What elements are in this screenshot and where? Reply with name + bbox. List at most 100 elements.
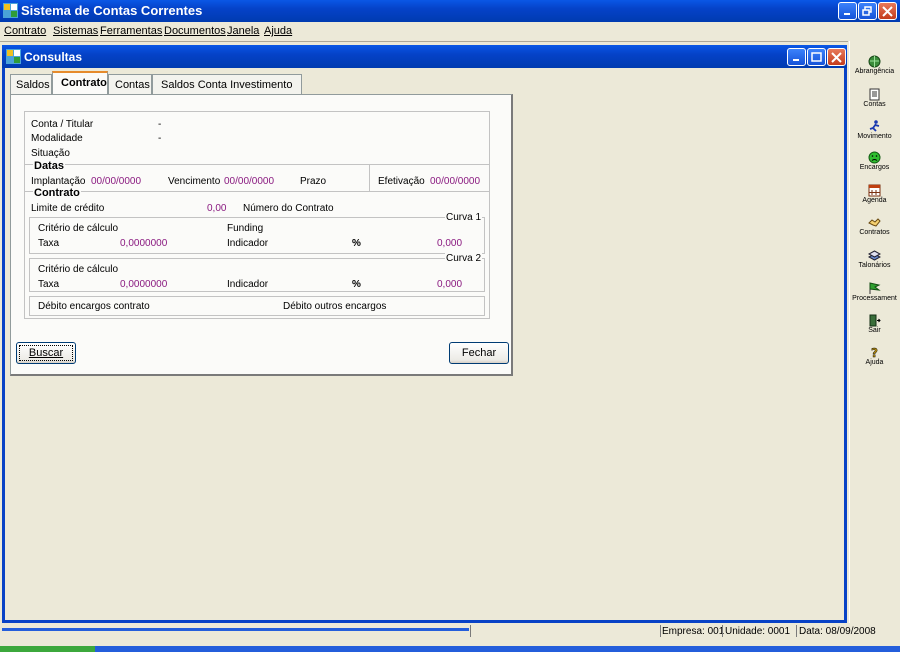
curva2-percent: %	[352, 279, 361, 290]
debito-outros-label: Débito outros encargos	[283, 301, 387, 312]
restore-button[interactable]	[858, 2, 877, 20]
menu-ajuda[interactable]: Ajuda	[264, 25, 292, 37]
status-empresa: Empresa: 001	[662, 626, 725, 637]
contrato-divider	[25, 191, 489, 192]
curva1-percent: %	[352, 238, 361, 249]
curva2-taxa-value: 0,0000000	[120, 279, 168, 290]
toolbar-processamento-label: Processament	[852, 295, 897, 302]
toolbar-contratos[interactable]: Contratos	[849, 216, 900, 236]
toolbar-ajuda-label: Ajuda	[865, 359, 884, 366]
minimize-icon	[793, 59, 799, 61]
fechar-label: Fechar	[461, 347, 497, 359]
datas-header: Datas	[33, 160, 65, 172]
toolbar-agenda[interactable]: Agenda	[849, 184, 900, 204]
tab-saldos-investimento-label: Saldos Conta Investimento	[161, 79, 293, 91]
efetivacao-value: 00/00/0000	[430, 176, 481, 187]
maximize-icon	[811, 52, 822, 62]
document-icon	[869, 88, 880, 101]
tab-contas-label: Contas	[115, 79, 150, 91]
stack-icon	[868, 250, 881, 261]
svg-text:?: ?	[871, 346, 878, 359]
modalidade-value: -	[158, 133, 162, 144]
menu-sistemas[interactable]: Sistemas	[53, 25, 98, 37]
toolbar-encargos[interactable]: Encargos	[849, 151, 900, 171]
conta-titular-value: -	[158, 119, 162, 130]
curva1-taxa-label: Taxa	[38, 238, 60, 249]
start-strip	[0, 646, 95, 652]
status-data: Data: 08/09/2008	[799, 626, 876, 637]
curva2-title: Curva 2	[445, 253, 483, 264]
child-maximize-button[interactable]	[807, 48, 826, 66]
curva2-indicador-label: Indicador	[227, 279, 269, 290]
vencimento-label: Vencimento	[168, 176, 221, 187]
close-button[interactable]	[878, 2, 897, 20]
datas-divider	[25, 164, 489, 165]
toolbar-ajuda[interactable]: ? Ajuda	[849, 346, 900, 366]
toolbar-processamento[interactable]: Processament	[849, 282, 900, 302]
toolbar-talonarios[interactable]: Talonários	[849, 249, 900, 269]
curva2-indicador-value: 0,000	[437, 279, 463, 290]
toolbar-contas[interactable]: Contas	[849, 88, 900, 108]
tab-contrato-label: Contrato	[61, 77, 107, 89]
status-separator-1	[660, 625, 661, 637]
menu-documentos[interactable]: Documentos	[164, 25, 226, 37]
toolbar-agenda-label: Agenda	[862, 197, 887, 204]
calendar-icon	[868, 184, 881, 197]
toolbar-encargos-label: Encargos	[859, 164, 890, 171]
toolbar-contratos-label: Contratos	[859, 229, 890, 236]
minimize-button[interactable]	[838, 2, 857, 20]
status-separator-3	[796, 625, 797, 637]
conta-titular-label: Conta / Titular	[31, 119, 94, 130]
restore-icon	[862, 6, 872, 16]
app-title: Sistema de Contas Correntes	[21, 3, 203, 18]
progress-track	[2, 628, 469, 631]
numero-contrato-label: Número do Contrato	[243, 203, 334, 214]
window-title: Consultas	[24, 50, 83, 64]
curva1-taxa-value: 0,0000000	[120, 238, 168, 249]
consultas-title-bar[interactable]: Consultas	[2, 45, 847, 68]
implantacao-label: Implantação	[31, 176, 86, 187]
child-minimize-button[interactable]	[787, 48, 806, 66]
toolbar-sair[interactable]: Sair	[849, 314, 900, 334]
limite-credito-value: 0,00	[207, 203, 227, 214]
toolbar-abrangencia[interactable]: Abrangência	[849, 55, 900, 75]
toolbar-talonarios-label: Talonários	[858, 262, 891, 269]
curva1-indicador-label: Indicador	[227, 238, 269, 249]
menu-ferramentas[interactable]: Ferramentas	[100, 25, 162, 37]
curva1-indicador-value: 0,000	[437, 238, 463, 249]
buscar-label: Buscar	[28, 347, 64, 359]
handshake-icon	[868, 218, 881, 227]
app-icon	[3, 3, 18, 18]
toolbar-movimento[interactable]: Movimento	[849, 120, 900, 140]
close-icon	[882, 6, 893, 17]
minimize-icon	[844, 13, 850, 15]
toolbar-abrangencia-label: Abrangência	[854, 68, 895, 75]
toolbar-contas-label: Contas	[863, 101, 886, 108]
child-close-button[interactable]	[827, 48, 846, 66]
implantacao-value: 00/00/0000	[91, 176, 142, 187]
debito-encargos-label: Débito encargos contrato	[38, 301, 150, 312]
close-icon	[831, 52, 842, 63]
menu-contrato[interactable]: Contrato	[4, 25, 46, 37]
app-title-bar[interactable]: Sistema de Contas Correntes	[0, 0, 900, 22]
efetivacao-label: Efetivação	[378, 176, 425, 187]
question-icon: ?	[871, 346, 878, 359]
modalidade-label: Modalidade	[31, 133, 83, 144]
fechar-button[interactable]: Fechar	[449, 342, 509, 364]
tab-saldos-label: Saldos	[16, 79, 50, 91]
toolbar-movimento-label: Movimento	[857, 133, 892, 140]
curva1-criterio-label: Critério de cálculo	[38, 223, 119, 234]
toolbar-sair-label: Sair	[868, 327, 881, 334]
menu-bar: Contrato Sistemas Ferramentas Documentos…	[0, 22, 900, 40]
situacao-label: Situação	[31, 148, 70, 159]
sad-face-icon	[868, 151, 881, 164]
contrato-header: Contrato	[33, 187, 81, 199]
curva1-funding-label: Funding	[227, 223, 264, 234]
menu-janela[interactable]: Janela	[227, 25, 259, 37]
efetivacao-divider	[369, 164, 370, 191]
buscar-button[interactable]: Buscar	[16, 342, 76, 364]
status-separator-2	[722, 625, 723, 637]
runner-icon	[869, 120, 880, 132]
curva2-criterio-label: Critério de cálculo	[38, 264, 119, 275]
flag-icon	[869, 282, 881, 294]
